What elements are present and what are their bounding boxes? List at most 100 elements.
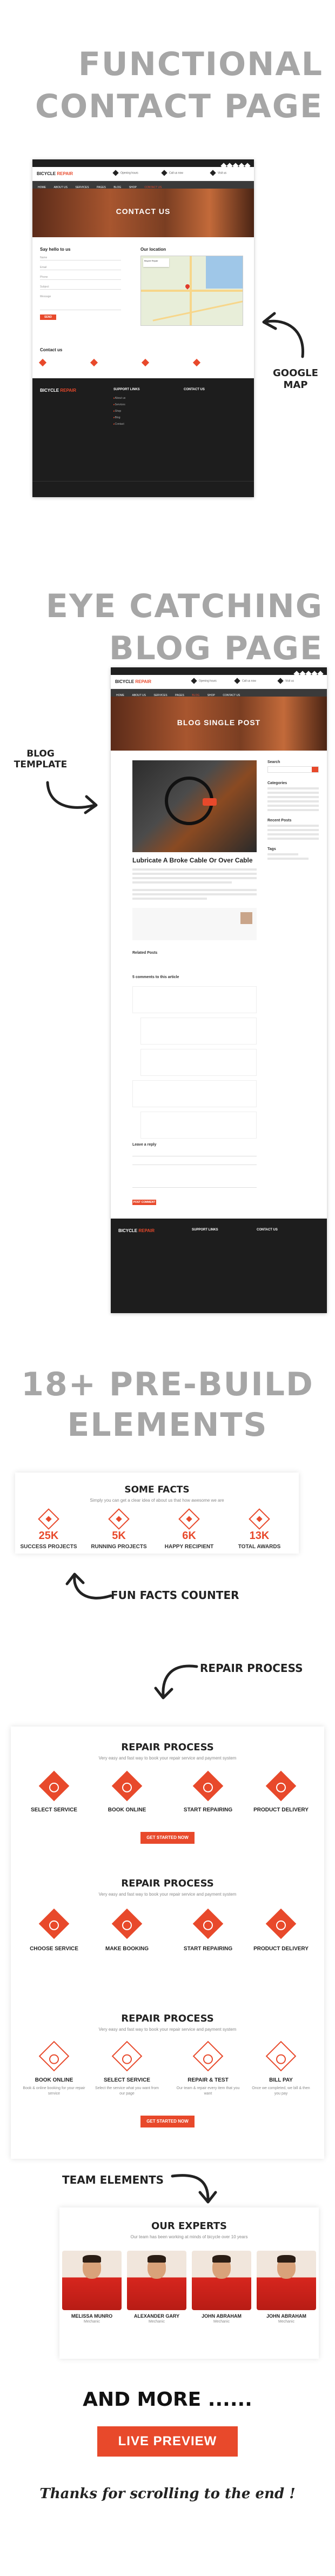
- blog-sidebar: Search Categories Recent Posts Tags: [267, 760, 319, 862]
- footer-link[interactable]: About us: [113, 397, 126, 400]
- total-awards-icon: [249, 1508, 270, 1530]
- recent-posts-title: Recent Posts: [267, 819, 292, 822]
- thanks-text: Thanks for scrolling to the end !: [39, 2486, 296, 2502]
- name-field[interactable]: Name: [40, 255, 121, 260]
- search-input[interactable]: [267, 766, 319, 773]
- expert-photo: [127, 2251, 186, 2310]
- top-bar: [32, 159, 254, 169]
- phone-field[interactable]: Phone: [40, 275, 121, 280]
- author-box: [132, 908, 257, 940]
- clock-icon: [192, 358, 201, 367]
- reply-form: [132, 1151, 257, 1188]
- step-text: Our team & repair every item that you wa…: [176, 2086, 240, 2096]
- author-avatar: [240, 912, 252, 924]
- contact-page-screenshot: BICYCLE REPAIR Opening hours Call us now…: [32, 159, 254, 497]
- step-label: START REPAIRING: [183, 1946, 233, 1952]
- post-image: [132, 760, 257, 852]
- post-body: [132, 868, 257, 902]
- get-started-button[interactable]: GET STARTED NOW: [140, 1832, 195, 1844]
- expert-role: Mechanic: [278, 2320, 294, 2324]
- site-header: BICYCLE REPAIR Opening hours Call us now…: [32, 167, 254, 181]
- select-service-icon: [38, 1770, 70, 1802]
- site-footer: BICYCLE REPAIR SUPPORT LINKS About us Se…: [32, 378, 254, 497]
- blog-banner: BLOG SINGLE POST: [111, 697, 327, 751]
- heading-pre-build: 18+ PRE-BUILD: [21, 1366, 314, 1403]
- repair-subtitle: Very easy and fast way to book your repa…: [98, 1756, 237, 1761]
- fact-label: SUCCESS PROJECTS: [20, 1544, 77, 1550]
- footer-link[interactable]: Blog: [113, 416, 120, 419]
- contact-info-row: [38, 358, 245, 367]
- footer-link[interactable]: Services: [113, 403, 125, 406]
- step-text: Book & online booking for your repair se…: [23, 2086, 85, 2096]
- heading-blog-page: BLOG PAGE: [109, 630, 323, 667]
- get-started-button[interactable]: GET STARTED NOW: [140, 2116, 195, 2127]
- google-map[interactable]: Bicycle Repair: [140, 256, 243, 326]
- fun-facts-label: FUN FACTS COUNTER: [111, 1589, 239, 1602]
- comment-item: [140, 1112, 257, 1139]
- blog-banner-title: BLOG SINGLE POST: [177, 718, 261, 727]
- contact-form: Say hello to us Name Email Phone Subject…: [40, 247, 121, 320]
- subject-field[interactable]: Subject: [40, 284, 121, 290]
- search-icon[interactable]: [312, 767, 318, 772]
- footer-contact-title: CONTACT US: [184, 388, 205, 391]
- send-button[interactable]: SEND: [40, 315, 56, 320]
- comment-item: [132, 986, 257, 1013]
- experts-title: OUR EXPERTS: [151, 2220, 227, 2232]
- post-title: Lubricate A Broke Cable Or Over Cable: [132, 857, 253, 864]
- step-label: REPAIR & TEST: [187, 2077, 229, 2083]
- email-field[interactable]: Email: [40, 265, 121, 270]
- page-banner: CONTACT US: [32, 189, 254, 237]
- arrow-to-map-icon: [262, 312, 304, 358]
- expert-card[interactable]: JOHN ABRAHAM Mechanic: [254, 2251, 319, 2324]
- fact-label: TOTAL AWARDS: [238, 1544, 281, 1550]
- running-projects-icon: [108, 1508, 130, 1530]
- and-more-text: AND MORE ......: [83, 2388, 252, 2411]
- step-label: PRODUCT DELIVERY: [253, 1946, 309, 1952]
- banner-title: CONTACT US: [116, 207, 171, 216]
- repair-title: REPAIR PROCESS: [121, 1742, 214, 1753]
- post-comment-button[interactable]: POST COMMENT: [132, 1200, 156, 1205]
- step-label: BOOK ONLINE: [35, 2077, 73, 2083]
- fact-number: 6K: [182, 1530, 196, 1542]
- categories-title: Categories: [267, 781, 287, 785]
- expert-card[interactable]: JOHN ABRAHAM Mechanic: [189, 2251, 254, 2324]
- expert-photo: [62, 2251, 122, 2310]
- expert-role: Mechanic: [84, 2320, 100, 2324]
- experts-card: OUR EXPERTS Our team has been working at…: [59, 2207, 319, 2359]
- fun-facts-subtitle: Simply you can get a clear idea of about…: [90, 1498, 224, 1503]
- footer-link[interactable]: Shop: [113, 410, 122, 413]
- reply-email-field[interactable]: [132, 1160, 257, 1165]
- start-repairing-icon: [192, 1908, 224, 1939]
- repair-title: REPAIR PROCESS: [121, 2013, 214, 2024]
- expert-role: Mechanic: [149, 2320, 165, 2324]
- email-icon: [141, 358, 150, 367]
- step-label: CHOOSE SERVICE: [30, 1946, 78, 1952]
- experts-subtitle: Our team has been working at minds of bi…: [130, 2234, 248, 2239]
- fact-number: 13K: [249, 1530, 270, 1542]
- reply-message-field[interactable]: [132, 1168, 257, 1188]
- step-text: Select the service what you want from ou…: [95, 2086, 159, 2096]
- footer-link[interactable]: Contact: [113, 423, 124, 426]
- arrow-to-fun-facts-icon: [65, 1573, 112, 1600]
- expert-name: ALEXANDER GARY: [133, 2313, 180, 2319]
- site-logo[interactable]: BICYCLE REPAIR: [37, 171, 73, 176]
- step-label: MAKE BOOKING: [105, 1946, 149, 1952]
- bill-pay-icon: [265, 2040, 297, 2072]
- message-field[interactable]: Message: [40, 294, 121, 310]
- blog-footer: BICYCLE REPAIR SUPPORT LINKS CONTACT US: [111, 1219, 327, 1313]
- reply-name-field[interactable]: [132, 1151, 257, 1156]
- live-preview-button[interactable]: LIVE PREVIEW: [97, 2426, 238, 2457]
- step-text: Once we completed, we bill & then you pa…: [252, 2086, 310, 2096]
- repair-title: REPAIR PROCESS: [121, 1878, 214, 1889]
- happy-recipient-icon: [178, 1508, 200, 1530]
- repair-process-card: REPAIR PROCESS Very easy and fast way to…: [11, 1727, 324, 2159]
- expert-card[interactable]: ALEXANDER GARY Mechanic: [124, 2251, 189, 2324]
- expert-card[interactable]: MELISSA MUNRO Mechanic: [59, 2251, 124, 2324]
- location-title: Our location: [140, 247, 166, 252]
- repair-test-icon: [192, 2040, 224, 2072]
- expert-role: Mechanic: [213, 2320, 230, 2324]
- blog-page-screenshot: BICYCLE REPAIR Opening hours Call us now…: [111, 667, 327, 1313]
- step-label: PRODUCT DELIVERY: [253, 1807, 309, 1813]
- heading-functional: FUNCTIONAL: [78, 45, 323, 83]
- step-label: BOOK ONLINE: [108, 1807, 146, 1813]
